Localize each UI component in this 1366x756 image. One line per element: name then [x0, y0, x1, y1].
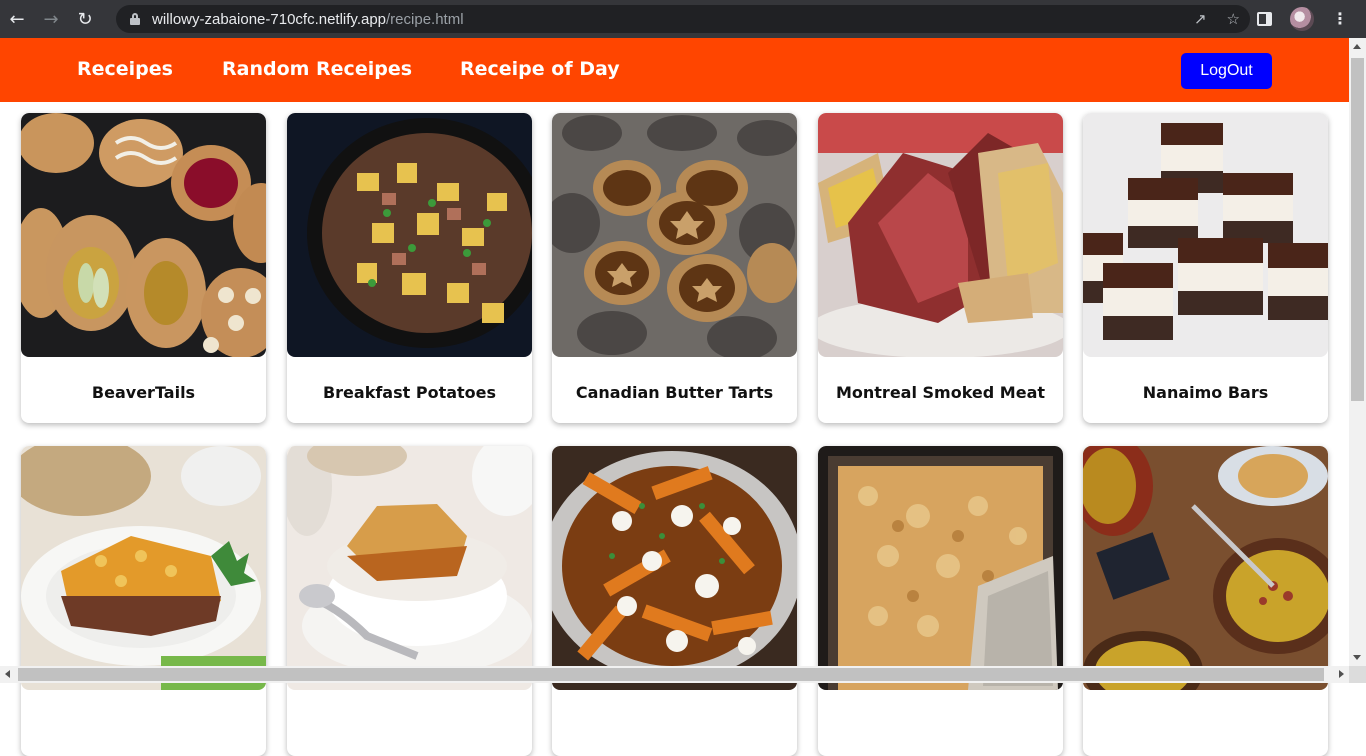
vertical-scroll-thumb[interactable]	[1351, 58, 1364, 401]
poutine-photo[interactable]	[552, 446, 797, 690]
address-bar[interactable]: willowy-zabaione-710cfc.netlify.app/reci…	[116, 5, 1250, 33]
nanaimo-bars-photo[interactable]	[1083, 113, 1328, 357]
scroll-left-arrow-icon[interactable]	[5, 670, 10, 678]
recipe-card[interactable]: Breakfast Potatoes	[287, 113, 532, 423]
recipe-title[interactable]: BeaverTails	[21, 383, 266, 402]
nav-random-receipes[interactable]: Random Receipes	[222, 58, 412, 80]
breakfast-potatoes-photo[interactable]	[287, 113, 532, 357]
scroll-right-arrow-icon[interactable]	[1339, 670, 1344, 678]
profile-avatar[interactable]	[1290, 7, 1314, 31]
beavertails-photo[interactable]	[21, 113, 266, 357]
browser-toolbar: ← → ↻ willowy-zabaione-710cfc.netlify.ap…	[0, 0, 1366, 38]
scroll-down-arrow-icon[interactable]	[1353, 655, 1361, 660]
url-text: willowy-zabaione-710cfc.netlify.app/reci…	[152, 11, 464, 28]
scrollbar-corner	[1349, 666, 1366, 683]
recipe-card[interactable]	[1083, 446, 1328, 756]
butter-tarts-photo[interactable]	[552, 113, 797, 357]
scroll-up-arrow-icon[interactable]	[1353, 44, 1361, 49]
recipe-title[interactable]: Montreal Smoked Meat	[818, 383, 1063, 402]
recipe-title[interactable]: Nanaimo Bars	[1083, 383, 1328, 402]
shepherds-pie-photo[interactable]	[21, 446, 266, 690]
side-panel-icon[interactable]	[1257, 12, 1272, 26]
recipe-title[interactable]: Breakfast Potatoes	[287, 383, 532, 402]
horizontal-scrollbar[interactable]	[0, 666, 1349, 683]
tourtiere-photo[interactable]	[818, 446, 1063, 690]
vertical-scrollbar[interactable]	[1349, 38, 1366, 666]
pea-soup-photo[interactable]	[1083, 446, 1328, 690]
back-icon[interactable]: ←	[0, 0, 34, 38]
recipe-card[interactable]: Canadian Butter Tarts	[552, 113, 797, 423]
nav-receipes[interactable]: Receipes	[77, 58, 173, 80]
forward-icon[interactable]: →	[34, 0, 68, 38]
share-icon[interactable]: ↗	[1194, 10, 1207, 28]
smoked-meat-photo[interactable]	[818, 113, 1063, 357]
lock-icon[interactable]	[130, 13, 140, 25]
recipe-card[interactable]: Nanaimo Bars	[1083, 113, 1328, 423]
recipe-card[interactable]: Montreal Smoked Meat	[818, 113, 1063, 423]
bookmark-star-icon[interactable]: ☆	[1227, 10, 1240, 28]
pudding-chomeur-photo[interactable]	[287, 446, 532, 690]
recipe-title[interactable]: Canadian Butter Tarts	[552, 383, 797, 402]
url-host: willowy-zabaione-710cfc.netlify.app	[152, 10, 387, 28]
recipe-card[interactable]: BeaverTails	[21, 113, 266, 423]
menu-kebab-icon[interactable]: ⋮	[1332, 11, 1348, 27]
recipe-card[interactable]	[287, 446, 532, 756]
recipe-card[interactable]	[552, 446, 797, 756]
reload-icon[interactable]: ↻	[68, 0, 102, 38]
horizontal-scroll-thumb[interactable]	[18, 668, 1324, 681]
recipe-card[interactable]	[21, 446, 266, 756]
nav-receipe-of-day[interactable]: Receipe of Day	[460, 58, 620, 80]
url-path: /recipe.html	[386, 10, 464, 28]
logout-button[interactable]: LogOut	[1181, 53, 1272, 89]
app-header: Receipes Random Receipes Receipe of Day …	[0, 38, 1349, 102]
recipe-card[interactable]	[818, 446, 1063, 756]
